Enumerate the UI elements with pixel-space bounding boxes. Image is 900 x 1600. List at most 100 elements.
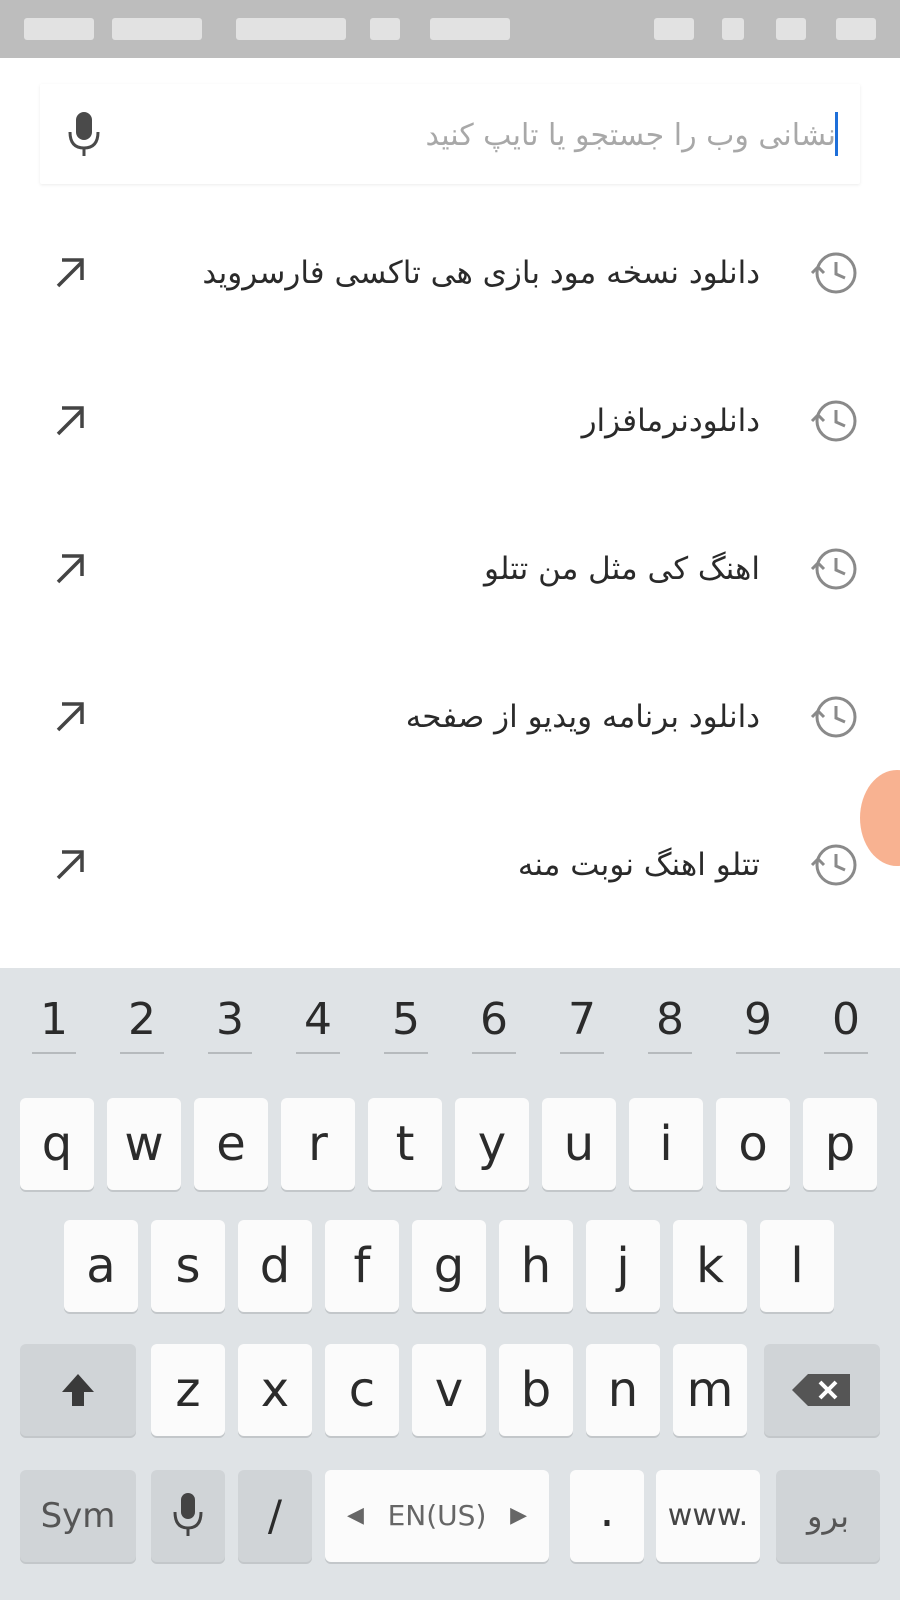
key-x[interactable]: x: [238, 1344, 312, 1436]
key-i[interactable]: i: [629, 1098, 703, 1190]
key-9[interactable]: 9: [716, 974, 800, 1066]
key-j[interactable]: j: [586, 1220, 660, 1312]
key-u[interactable]: u: [542, 1098, 616, 1190]
key-label: 1: [40, 994, 68, 1045]
suggestion-item[interactable]: دانلود برنامه ویدیو از صفحه: [0, 644, 900, 792]
history-icon: [810, 252, 857, 294]
key-q[interactable]: q: [20, 1098, 94, 1190]
key-underline: [736, 1052, 780, 1054]
key-5[interactable]: 5: [364, 974, 448, 1066]
suggestion-item[interactable]: دانلود نسخه مود بازی هی تاکسی فارسروید: [0, 200, 900, 348]
www-key[interactable]: www.: [656, 1470, 760, 1562]
search-bar: [40, 84, 860, 184]
suggestion-item[interactable]: دانلودنرمافزار: [0, 348, 900, 496]
key-underline: [648, 1052, 692, 1054]
key-underline: [208, 1052, 252, 1054]
key-label: 6: [480, 994, 508, 1045]
key-8[interactable]: 8: [628, 974, 712, 1066]
key-underline: [560, 1052, 604, 1054]
key-underline: [472, 1052, 516, 1054]
key-r[interactable]: r: [281, 1098, 355, 1190]
text-cursor: [835, 112, 838, 156]
search-input[interactable]: [194, 108, 838, 162]
arrow-up-left-icon[interactable]: [48, 842, 92, 886]
microphone-icon: [173, 1493, 203, 1536]
key-d[interactable]: d: [238, 1220, 312, 1312]
history-icon: [810, 400, 857, 442]
key-label: 0: [832, 994, 860, 1045]
key-v[interactable]: v: [412, 1344, 486, 1436]
suggestion-text: دانلودنرمافزار: [581, 403, 760, 439]
key-a[interactable]: a: [64, 1220, 138, 1312]
key-6[interactable]: 6: [452, 974, 536, 1066]
key-k[interactable]: k: [673, 1220, 747, 1312]
key-4[interactable]: 4: [276, 974, 360, 1066]
key-y[interactable]: y: [455, 1098, 529, 1190]
key-label: 3: [216, 994, 244, 1045]
suggestion-text: دانلود برنامه ویدیو از صفحه: [405, 699, 760, 735]
keyboard: 1 2 3 4 5 6 7 8 9 0 q w e r t y u i o p …: [0, 968, 900, 1600]
slash-key[interactable]: /: [238, 1470, 312, 1562]
key-l[interactable]: l: [760, 1220, 834, 1312]
key-2[interactable]: 2: [100, 974, 184, 1066]
key-g[interactable]: g: [412, 1220, 486, 1312]
screen: دانلود نسخه مود بازی هی تاکسی فارسروید د…: [0, 0, 900, 1600]
download-icon: [722, 18, 744, 40]
status-bar: [0, 0, 900, 58]
voice-input-key[interactable]: [151, 1470, 225, 1562]
microphone-icon[interactable]: [56, 106, 112, 162]
language-right-arrow-icon: ▶: [510, 1503, 527, 1528]
key-label: 4: [304, 994, 332, 1045]
status-icon: [430, 18, 510, 40]
suggestion-list: دانلود نسخه مود بازی هی تاکسی فارسروید د…: [0, 200, 900, 960]
key-h[interactable]: h: [499, 1220, 573, 1312]
key-o[interactable]: o: [716, 1098, 790, 1190]
backspace-icon: [792, 1374, 850, 1406]
arrow-up-left-icon[interactable]: [48, 546, 92, 590]
suggestion-text: دانلود نسخه مود بازی هی تاکسی فارسروید: [202, 255, 760, 291]
key-e[interactable]: e: [194, 1098, 268, 1190]
key-label: 5: [392, 994, 420, 1045]
key-t[interactable]: t: [368, 1098, 442, 1190]
status-icon: [112, 18, 202, 40]
key-underline: [384, 1052, 428, 1054]
go-key[interactable]: برو: [776, 1470, 880, 1562]
arrow-up-left-icon[interactable]: [48, 250, 92, 294]
key-c[interactable]: c: [325, 1344, 399, 1436]
key-underline: [296, 1052, 340, 1054]
key-1[interactable]: 1: [12, 974, 96, 1066]
history-icon: [810, 696, 857, 738]
space-key[interactable]: ◀ EN(US) ▶: [325, 1470, 549, 1562]
history-icon: [810, 548, 857, 590]
key-7[interactable]: 7: [540, 974, 624, 1066]
backspace-key[interactable]: [764, 1344, 880, 1436]
key-w[interactable]: w: [107, 1098, 181, 1190]
shift-key[interactable]: [20, 1344, 136, 1436]
key-m[interactable]: m: [673, 1344, 747, 1436]
key-b[interactable]: b: [499, 1344, 573, 1436]
key-n[interactable]: n: [586, 1344, 660, 1436]
suggestion-item[interactable]: اهنگ کی مثل من تتلو: [0, 496, 900, 644]
status-icon: [236, 18, 346, 40]
key-3[interactable]: 3: [188, 974, 272, 1066]
key-z[interactable]: z: [151, 1344, 225, 1436]
key-0[interactable]: 0: [804, 974, 888, 1066]
key-s[interactable]: s: [151, 1220, 225, 1312]
key-label: 2: [128, 994, 156, 1045]
arrow-up-left-icon[interactable]: [48, 398, 92, 442]
status-icon: [654, 18, 694, 40]
history-icon: [810, 844, 857, 886]
period-key[interactable]: .: [570, 1470, 644, 1562]
sym-key[interactable]: Sym: [20, 1470, 136, 1562]
key-label: 8: [656, 994, 684, 1045]
suggestion-text: اهنگ کی مثل من تتلو: [484, 551, 760, 587]
arrow-up-left-icon[interactable]: [48, 694, 92, 738]
shift-arrow-icon: [62, 1374, 94, 1406]
key-label: 7: [568, 994, 596, 1045]
key-underline: [32, 1052, 76, 1054]
key-p[interactable]: p: [803, 1098, 877, 1190]
key-f[interactable]: f: [325, 1220, 399, 1312]
suggestion-item[interactable]: تتلو اهنگ نوبت منه: [0, 792, 900, 940]
key-underline: [120, 1052, 164, 1054]
status-icon: [776, 18, 806, 40]
